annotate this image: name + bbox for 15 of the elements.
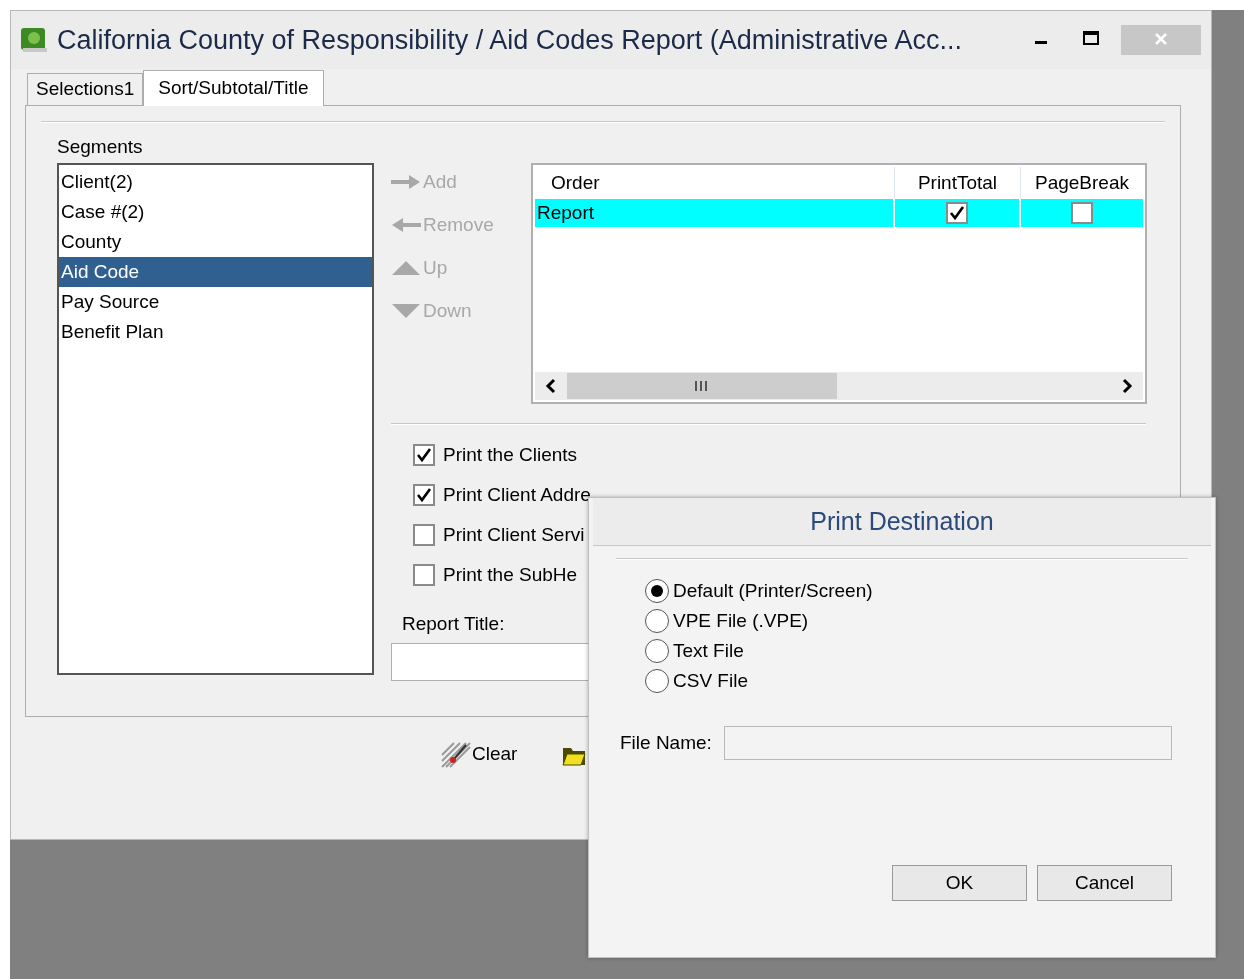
column-header: PageBreak bbox=[1034, 170, 1130, 195]
radio-label: CSV File bbox=[673, 668, 748, 693]
radio-label: VPE File (.VPE) bbox=[673, 608, 809, 633]
radio-label: Default (Printer/Screen) bbox=[673, 578, 873, 603]
report-title-label: Report Title: bbox=[402, 612, 505, 636]
dialog-title: Print Destination bbox=[810, 505, 994, 537]
option-label: Print the SubHe bbox=[443, 562, 578, 587]
option-label: Print Client Servi bbox=[443, 522, 585, 547]
option-label: Print the Clients bbox=[443, 442, 578, 467]
option-label: Print Client Addre bbox=[443, 482, 591, 507]
grid-cell: Report bbox=[535, 199, 895, 227]
radio-label: Text File bbox=[673, 638, 744, 663]
segments-label: Segments bbox=[56, 135, 144, 159]
file-name-label: File Name: bbox=[620, 730, 712, 755]
window-title: California County of Responsibility / Aid Codes Report (Administrative Acc... bbox=[57, 23, 962, 57]
